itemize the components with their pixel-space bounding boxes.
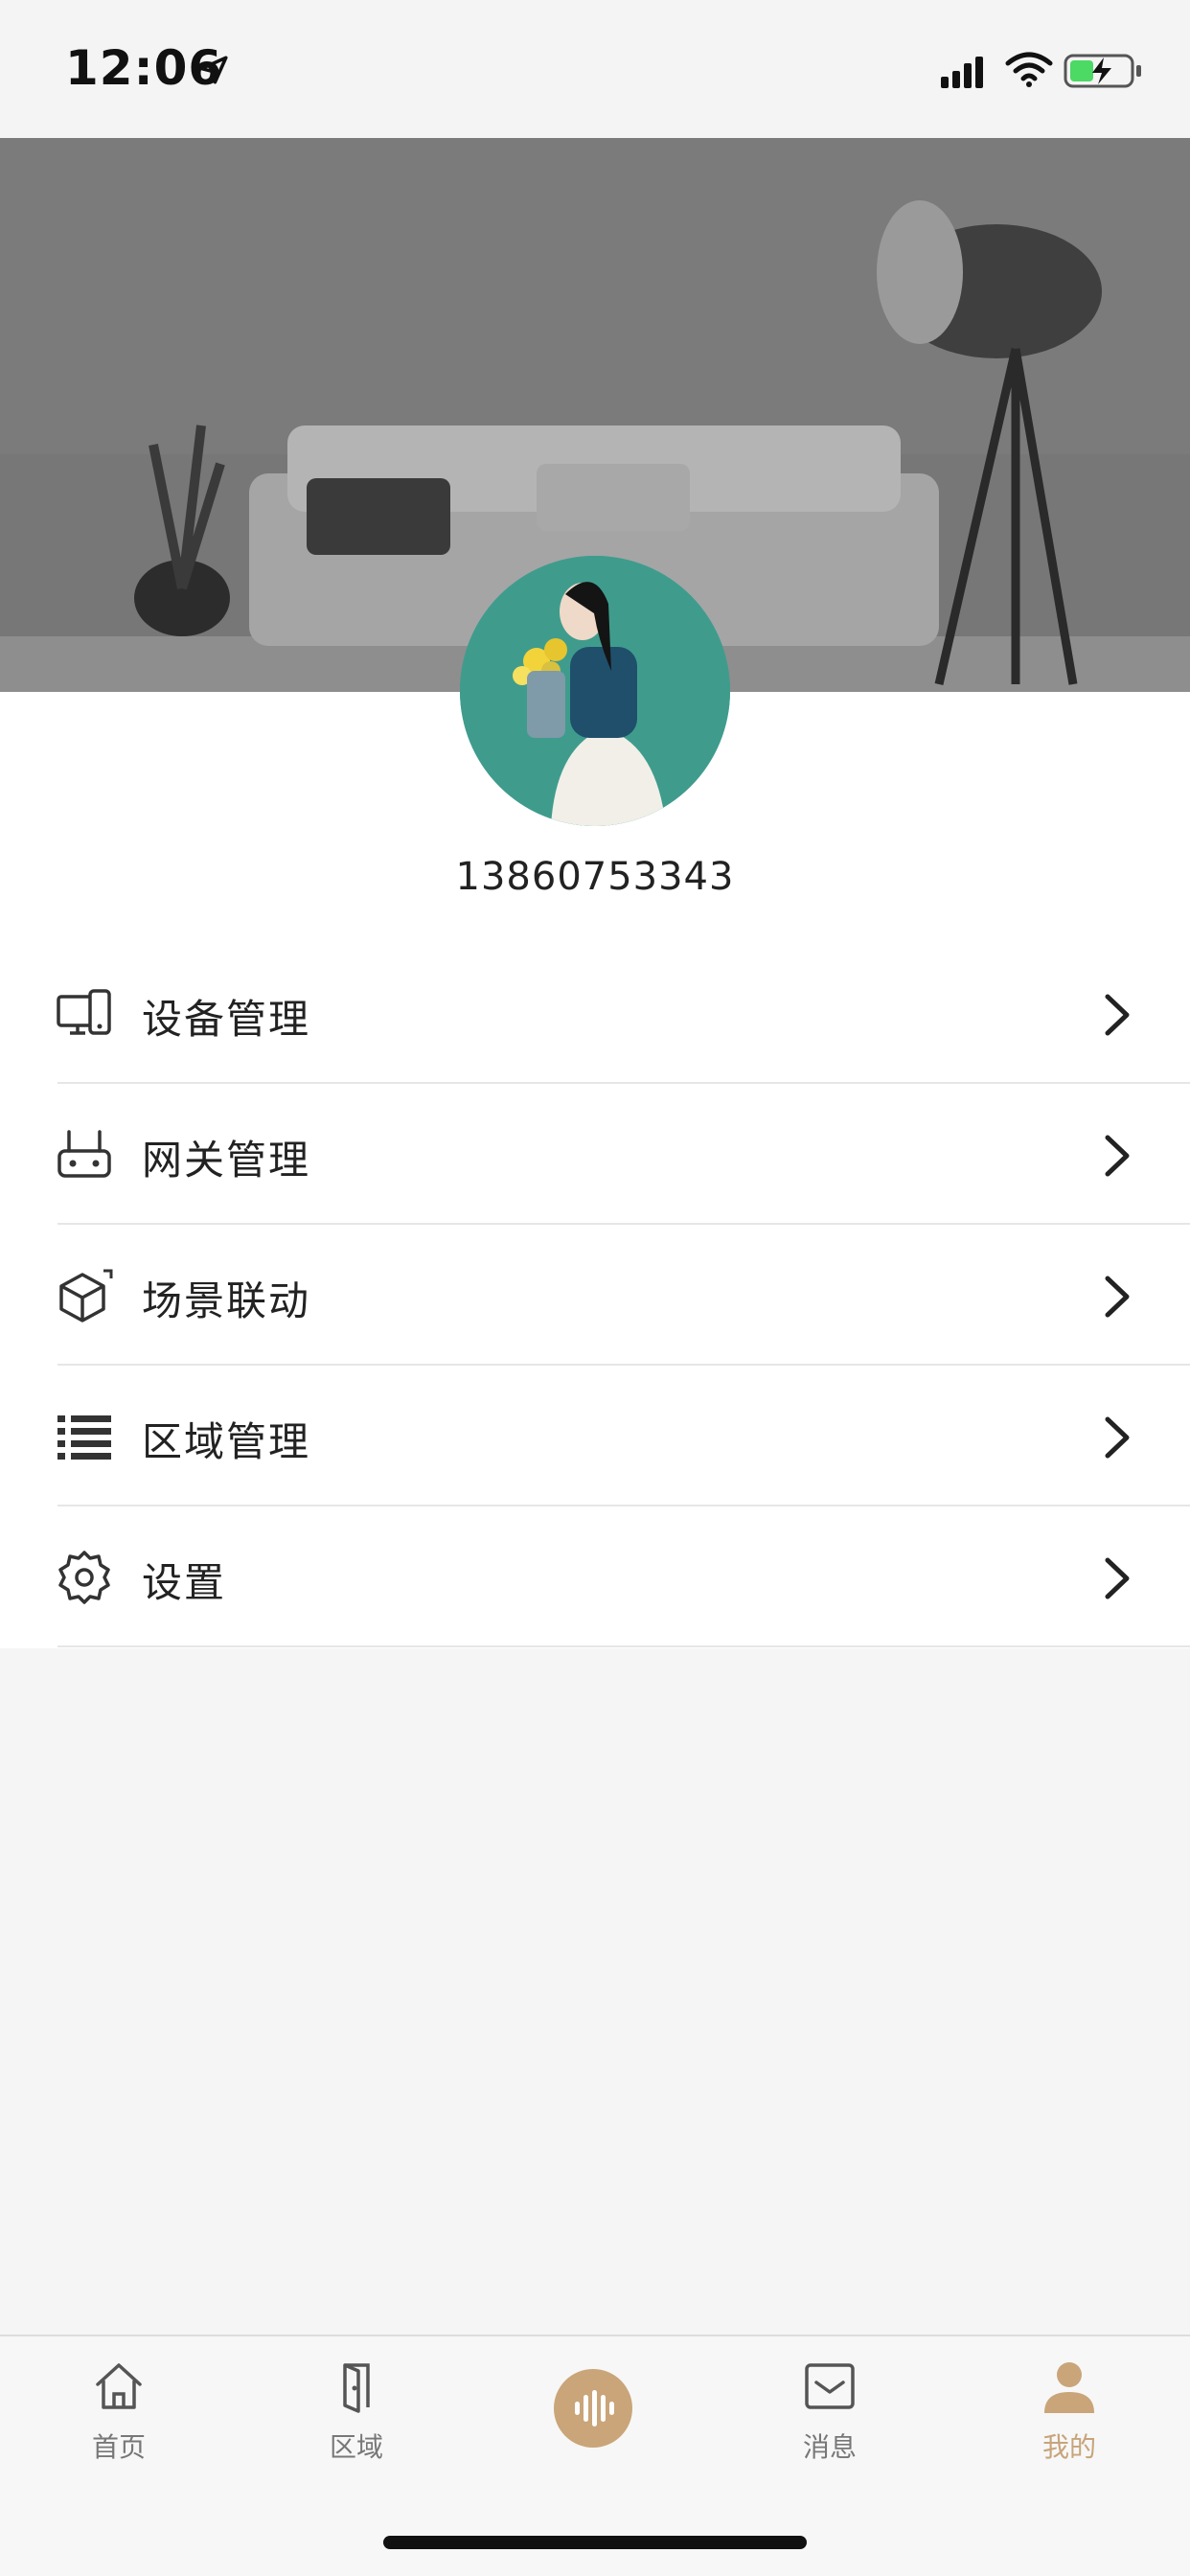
tab-me[interactable]: 我的 [1002, 2358, 1136, 2501]
menu-item-gateway-management[interactable]: 网关管理 [0, 1084, 1190, 1225]
divider [57, 1645, 1190, 1647]
gear-icon [58, 1551, 110, 1604]
battery-charging-icon [1064, 54, 1141, 88]
home-icon [96, 2363, 142, 2409]
menu-item-settings[interactable]: 设置 [0, 1506, 1190, 1647]
tab-label: 消息 [802, 2431, 857, 2463]
message-icon [805, 2363, 855, 2409]
chevron-right-icon [1105, 1557, 1130, 1599]
cellular-signal-icon [941, 57, 983, 88]
gateway-icon [57, 1130, 111, 1178]
tab-home[interactable]: 首页 [52, 2358, 186, 2501]
tab-label: 我的 [1041, 2431, 1096, 2463]
tab-area[interactable]: 区域 [289, 2358, 423, 2501]
wifi-icon [1005, 52, 1053, 87]
device-icon [57, 989, 111, 1035]
chevron-right-icon [1105, 1135, 1130, 1177]
tab-label: 区域 [329, 2431, 383, 2463]
door-icon [343, 2363, 370, 2413]
settings-menu: 设备管理 网关管理 场景联动 区域管理 设置 [0, 943, 1190, 1647]
chevron-right-icon [1105, 1276, 1130, 1318]
voice-button[interactable] [554, 2369, 632, 2448]
avatar[interactable] [460, 556, 730, 826]
tab-messages[interactable]: 消息 [763, 2358, 897, 2501]
cube-icon [59, 1269, 113, 1322]
phone-number: 13860753343 [455, 855, 735, 899]
menu-item-scene-linkage[interactable]: 场景联动 [0, 1225, 1190, 1366]
menu-item-device-management[interactable]: 设备管理 [0, 943, 1190, 1084]
menu-item-label: 区域管理 [142, 1418, 311, 1465]
menu-item-label: 设置 [142, 1559, 227, 1606]
menu-item-label: 网关管理 [142, 1137, 311, 1184]
list-icon [57, 1415, 111, 1460]
menu-item-label: 设备管理 [142, 996, 311, 1043]
status-bar: 12:06 [0, 0, 1190, 138]
user-icon [1044, 2362, 1094, 2413]
home-indicator [383, 2536, 807, 2549]
menu-item-label: 场景联动 [142, 1277, 311, 1324]
chevron-right-icon [1105, 1416, 1130, 1459]
chevron-right-icon [1105, 994, 1130, 1036]
menu-item-area-management[interactable]: 区域管理 [0, 1366, 1190, 1506]
voice-icon [575, 2390, 614, 2426]
tab-label: 首页 [91, 2431, 146, 2463]
location-arrow-icon [199, 56, 228, 84]
